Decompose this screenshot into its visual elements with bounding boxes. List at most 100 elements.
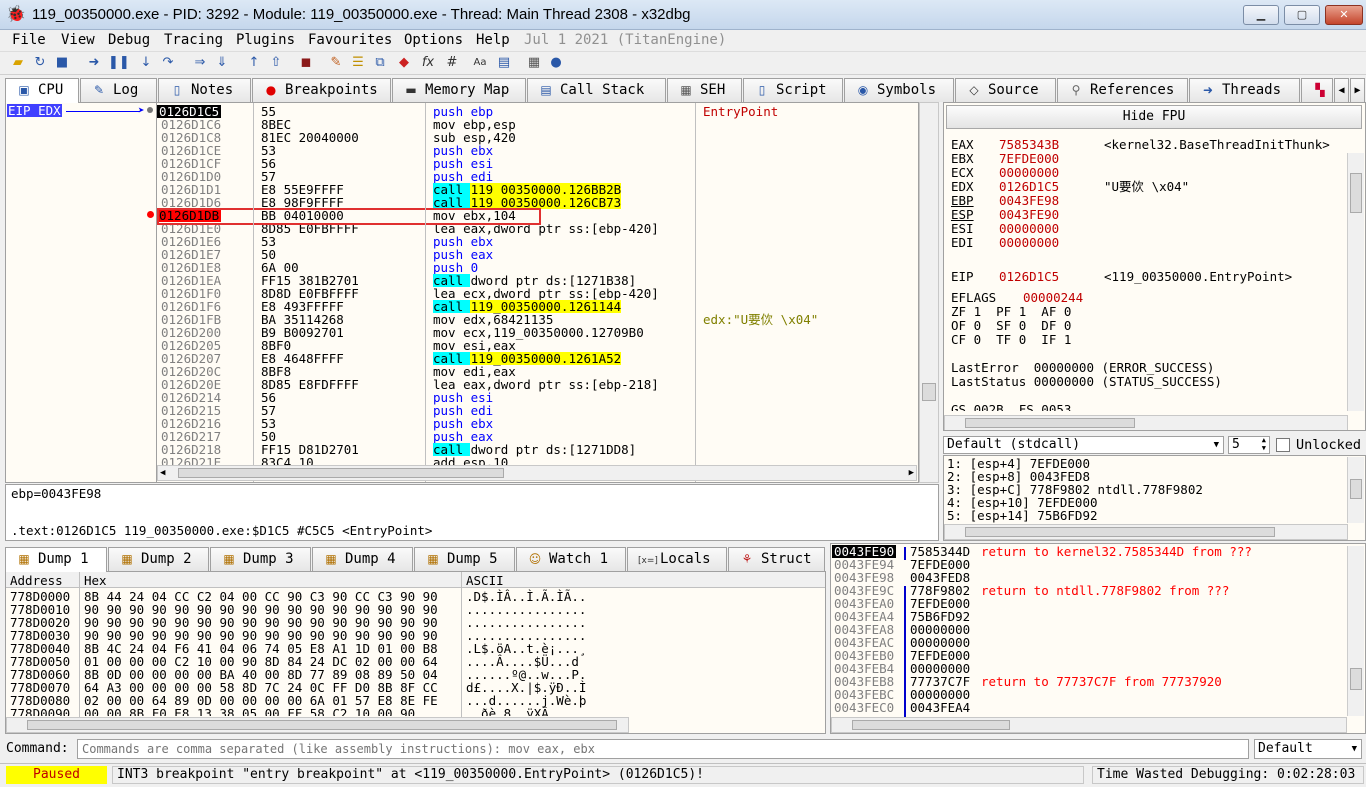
open-icon[interactable]: ▰ (10, 55, 26, 71)
dump-address[interactable]: 778D0080 (10, 694, 70, 707)
tab-dump-5[interactable]: ▦ Dump 5 (414, 547, 515, 571)
regs-vscrollbar[interactable] (1347, 153, 1364, 411)
trace-into-icon[interactable]: ⇒ (192, 55, 208, 71)
tab-locals[interactable]: [x=] Locals (627, 547, 727, 571)
bp-dot-icon[interactable] (147, 107, 153, 113)
strings-icon[interactable]: Aa (472, 55, 488, 71)
unlocked-checkbox[interactable] (1276, 438, 1290, 452)
hex-header[interactable]: Hex (84, 573, 107, 588)
dump-hex[interactable]: 00 00 8B F0 E8 13 38 05 00 FF 58 C2 10 0… (84, 707, 415, 716)
argument-row[interactable]: 5: [esp+14] 75B6FD92 (947, 509, 1098, 522)
stack-vscrollbar[interactable] (1347, 546, 1364, 716)
patch-icon[interactable]: ▤ (496, 55, 512, 71)
menu-favourites[interactable]: Favourites (308, 31, 392, 49)
ascii-header[interactable]: ASCII (466, 573, 504, 588)
comment-icon[interactable]: ✎ (328, 55, 344, 71)
flags-row[interactable]: CF 0 TF 0 IF 1 (951, 333, 1071, 347)
tabs-scroll-left-icon[interactable]: ◀ (1334, 78, 1349, 102)
execute-till-return-icon[interactable]: ↑ (246, 55, 262, 71)
register-edi[interactable]: EDI 00000000 (951, 236, 1059, 250)
scylla-icon[interactable]: ◼ (298, 55, 314, 71)
menu-plugins[interactable]: Plugins (236, 31, 295, 49)
tabs-scroll-right-icon[interactable]: ▶ (1350, 78, 1365, 102)
calculator-icon[interactable]: ▦ (526, 55, 542, 71)
stack-address[interactable]: 0043FEC0 (834, 701, 894, 714)
scroll-right-icon[interactable]: ▶ (909, 466, 914, 480)
scroll-left-icon[interactable]: ◀ (160, 466, 165, 480)
disasm-hscrollbar[interactable]: ◀ ▶ (157, 465, 917, 481)
regs-hscrollbar[interactable] (944, 415, 1348, 430)
trace-over-icon[interactable]: ⇓ (214, 55, 230, 71)
menu-options[interactable]: Options (404, 31, 463, 49)
hex-dump-view[interactable]: Address Hex ASCII 778D0000 8B 44 24 04 CC… (5, 571, 826, 734)
address-header[interactable]: Address (10, 573, 63, 588)
register-esp[interactable]: ESP 0043FE90 (951, 208, 1059, 222)
tab-dump-2[interactable]: ▦ Dump 2 (108, 547, 209, 571)
register-ebx[interactable]: EBX 7EFDE000 (951, 152, 1059, 166)
menu-debug[interactable]: Debug (108, 31, 150, 49)
flags-row[interactable]: ZF 1 PF 1 AF 0 (951, 305, 1071, 319)
command-input[interactable] (77, 739, 1249, 759)
stop-icon[interactable]: ■ (54, 55, 70, 71)
hide-fpu-button[interactable]: Hide FPU (946, 105, 1362, 129)
tab-log[interactable]: ✎ Log (80, 78, 157, 102)
tab-watch-1[interactable]: ☺ Watch 1 (516, 547, 626, 571)
restart-icon[interactable]: ↻ (32, 55, 48, 71)
spin-icon[interactable]: ▲ ▼ (1262, 436, 1266, 452)
run-to-user-code-icon[interactable]: ⇧ (268, 55, 284, 71)
args-hscrollbar[interactable] (944, 524, 1348, 540)
eip-register[interactable]: EIP 0126D1C5 <119_00350000.EntryPoint> (951, 270, 1292, 284)
globe-icon[interactable]: ● (548, 55, 564, 71)
tab-handles[interactable]: ▚ (1301, 78, 1333, 102)
maximize-button[interactable]: ▢ (1284, 5, 1320, 25)
tab-source[interactable]: ◇ Source (955, 78, 1056, 102)
tab-threads[interactable]: ➜ Threads (1189, 78, 1300, 102)
dump-ascii[interactable]: ...d......j.Wè.þ (466, 694, 586, 707)
stack-value[interactable]: 0043FEA4 (910, 701, 970, 714)
tab-dump-1[interactable]: ▦ Dump 1 (5, 547, 107, 572)
dump-address[interactable]: 778D0090 (10, 707, 70, 716)
register-edx[interactable]: EDX 0126D1C5 "U要佽 \x04" (951, 180, 1189, 194)
minimize-button[interactable]: ▁ (1243, 5, 1279, 25)
step-over-icon[interactable]: ↷ (160, 55, 176, 71)
fx-icon[interactable]: fx (420, 55, 436, 71)
run-icon[interactable]: ➜ (86, 55, 102, 71)
dump-ascii[interactable]: ..ðè.8..ÿXÂ... (466, 707, 571, 716)
calling-convention-select[interactable]: Default (stdcall) ▼ (943, 436, 1224, 454)
close-button[interactable]: ✕ (1325, 5, 1363, 25)
stack-hscrollbar[interactable] (831, 717, 1347, 733)
eflags-register[interactable]: EFLAGS 00000244 (951, 291, 1083, 305)
tab-breakpoints[interactable]: ● Breakpoints (252, 78, 391, 102)
register-eax[interactable]: EAX 7585343B <kernel32.BaseThreadInitThunk… (951, 138, 1330, 152)
step-into-icon[interactable]: ↓ (138, 55, 154, 71)
stack-view[interactable]: 0043FE90 7585344D return to kernel32.75853… (830, 543, 1366, 734)
dump-hex[interactable]: 02 00 00 64 89 0D 00 00 00 00 6A 01 57 E… (84, 694, 438, 707)
menu-help[interactable]: Help (476, 31, 510, 49)
bookmark-icon[interactable]: ⧉ (372, 55, 388, 71)
register-esi[interactable]: ESI 00000000 (951, 222, 1059, 236)
disassembly-view[interactable]: 0126D1C5 55 push ebp EntryPoint 0126D1C6 8BEC… (157, 102, 919, 483)
args-vscrollbar[interactable] (1347, 457, 1364, 523)
tab-struct[interactable]: ⚘ Struct (728, 547, 825, 571)
command-engine-select[interactable]: Default ▼ (1254, 739, 1362, 759)
tab-call-stack[interactable]: ▤ Call Stack (527, 78, 666, 102)
pause-icon[interactable]: ❚❚ (108, 55, 130, 71)
register-ecx[interactable]: ECX 00000000 (951, 166, 1059, 180)
menu-file[interactable]: File (12, 31, 46, 49)
disasm-vscrollbar[interactable] (919, 102, 939, 483)
tab-script[interactable]: ▯ Script (743, 78, 843, 102)
tab-dump-3[interactable]: ▦ Dump 3 (210, 547, 311, 571)
register-ebp[interactable]: EBP 0043FE98 (951, 194, 1059, 208)
breakpoint-marker-icon[interactable] (147, 211, 154, 218)
arg-count-stepper[interactable]: 5 ▲ ▼ (1228, 436, 1270, 454)
tab-memory-map[interactable]: ▬ Memory Map (392, 78, 526, 102)
tab-seh[interactable]: ▦ SEH (667, 78, 742, 102)
hash-icon[interactable]: # (444, 55, 460, 71)
dump-hscrollbar[interactable] (6, 717, 629, 733)
menu-view[interactable]: View (61, 31, 95, 49)
tab-symbols[interactable]: ◉ Symbols (844, 78, 954, 102)
label-icon[interactable]: ☰ (350, 55, 366, 71)
tab-dump-4[interactable]: ▦ Dump 4 (312, 547, 413, 571)
function-icon[interactable]: ◆ (396, 55, 412, 71)
tab-notes[interactable]: ▯ Notes (158, 78, 251, 102)
